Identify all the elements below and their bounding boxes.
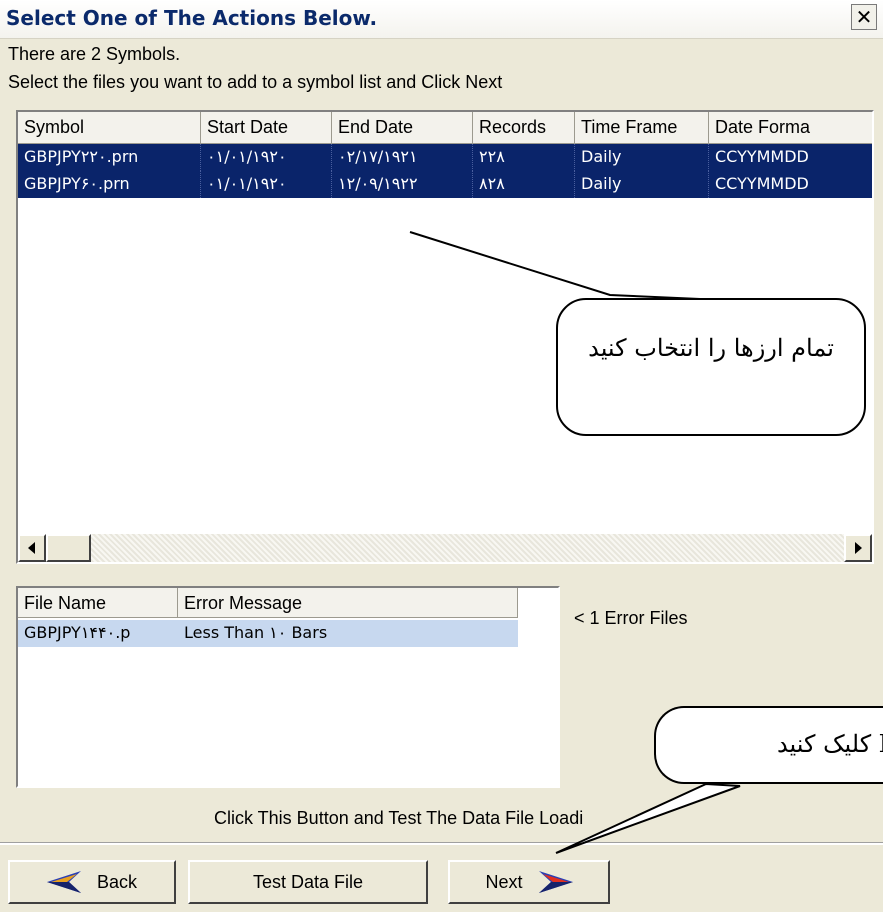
- instruction-text: Select the files you want to add to a sy…: [8, 72, 503, 92]
- back-button[interactable]: Back: [8, 860, 176, 904]
- back-label: Back: [96, 871, 138, 892]
- left-arrow-icon: [46, 871, 81, 893]
- window-title: Select One of The Actions Below.: [6, 6, 378, 30]
- cell-error-message: Less Than ۱۰ Bars: [184, 623, 328, 642]
- test-hint-text: Click This Button and Test The Data File…: [214, 808, 584, 828]
- cell-records: ۸۲۸: [473, 171, 575, 198]
- cell-symbol: GBPJPY۲۲۰.prn: [18, 144, 201, 171]
- column-header-records[interactable]: Records: [473, 112, 575, 144]
- column-header-error-message[interactable]: Error Message: [178, 588, 518, 618]
- cell-start-date: ۰۱/۰۱/۱۹۲۰: [201, 144, 332, 171]
- table-row[interactable]: GBPJPY۶۰.prn ۰۱/۰۱/۱۹۲۰ ۱۲/۰۹/۱۹۲۲ ۸۲۸ D…: [18, 171, 872, 198]
- cell-end-date: ۱۲/۰۹/۱۹۲۲: [332, 171, 473, 198]
- cell-date-format: CCYYMMDD: [709, 171, 872, 198]
- cell-time-frame: Daily: [575, 144, 709, 171]
- cell-symbol: GBPJPY۶۰.prn: [18, 171, 201, 198]
- test-data-file-label: Test Data File: [252, 871, 364, 892]
- select-all-callout: تمام ارزها را انتخاب کنید: [556, 298, 866, 436]
- symbol-count-text: There are 2 Symbols.: [8, 44, 181, 64]
- column-header-end-date[interactable]: End Date: [332, 112, 473, 144]
- cell-time-frame: Daily: [575, 171, 709, 198]
- column-header-symbol[interactable]: Symbol: [18, 112, 201, 144]
- cell-date-format: CCYYMMDD: [709, 144, 872, 171]
- scroll-thumb[interactable]: [46, 534, 91, 562]
- scroll-right-arrow-icon: [855, 542, 862, 554]
- button-separator: [0, 842, 883, 845]
- column-header-time-frame[interactable]: Time Frame: [575, 112, 709, 144]
- right-arrow-icon: [538, 871, 573, 893]
- error-count-label: < 1 Error Files: [574, 608, 688, 628]
- error-files-list[interactable]: File Name Error Message GBPJPY۱۴۴۰.p Les…: [16, 586, 560, 788]
- close-icon: ✕: [855, 5, 873, 29]
- scroll-right-button[interactable]: [844, 534, 872, 562]
- symbols-header: Symbol Start Date End Date Records Time …: [18, 112, 872, 144]
- next-label: Next: [485, 871, 523, 892]
- column-header-file-name[interactable]: File Name: [18, 588, 178, 618]
- error-list-header: File Name Error Message: [18, 588, 518, 620]
- scroll-left-arrow-icon: [28, 542, 35, 554]
- cell-file-name: GBPJPY۱۴۴۰.p: [24, 623, 131, 642]
- test-data-file-button[interactable]: Test Data File: [188, 860, 428, 904]
- click-next-callout: Ne کلیک کنید: [654, 706, 883, 784]
- title-bar: Select One of The Actions Below. ✕: [0, 0, 883, 39]
- column-header-start-date[interactable]: Start Date: [201, 112, 332, 144]
- horizontal-scrollbar[interactable]: [18, 534, 872, 562]
- cell-end-date: ۰۲/۱۷/۱۹۲۱: [332, 144, 473, 171]
- cell-start-date: ۰۱/۰۱/۱۹۲۰: [201, 171, 332, 198]
- cell-records: ۲۲۸: [473, 144, 575, 171]
- next-button[interactable]: Next: [448, 860, 610, 904]
- column-header-date-format[interactable]: Date Forma: [709, 112, 872, 144]
- scroll-left-button[interactable]: [18, 534, 46, 562]
- table-row[interactable]: GBPJPY۲۲۰.prn ۰۱/۰۱/۱۹۲۰ ۰۲/۱۷/۱۹۲۱ ۲۲۸ …: [18, 144, 872, 171]
- table-row[interactable]: GBPJPY۱۴۴۰.p Less Than ۱۰ Bars: [18, 620, 518, 647]
- close-button[interactable]: ✕: [851, 4, 877, 30]
